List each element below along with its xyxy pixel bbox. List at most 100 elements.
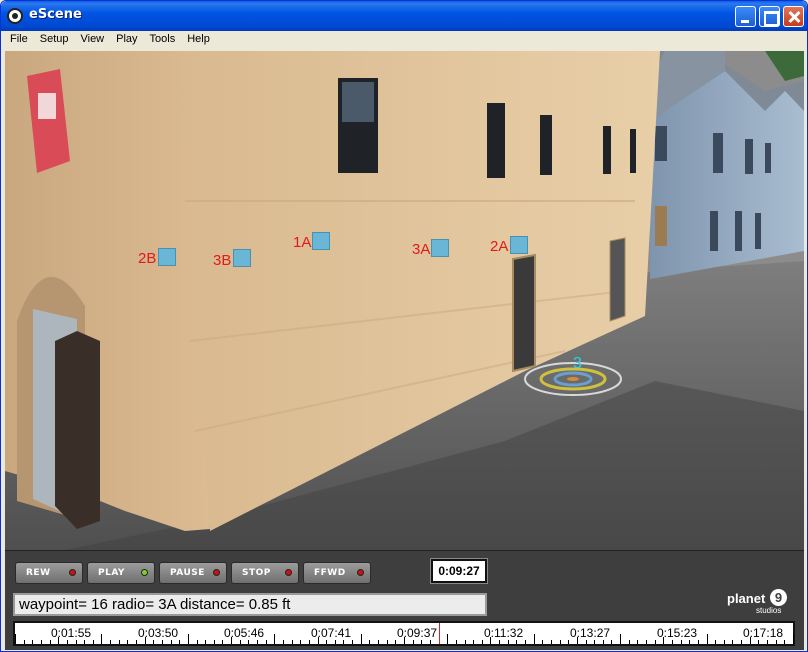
marker-3a-label: 3A [412, 241, 431, 258]
timeline-tick [715, 640, 716, 644]
timeline-label: 0:15:23 [657, 626, 698, 640]
menu-view[interactable]: View [74, 31, 110, 50]
timeline-tick [110, 640, 111, 644]
building-door [609, 237, 626, 322]
timeline-tick [395, 640, 396, 644]
timecode-display: 0:09:27 [430, 558, 488, 584]
marker-2b-box[interactable] [158, 248, 176, 266]
timeline-tick [300, 640, 301, 644]
timeline-tick [465, 640, 466, 644]
timeline-tick [672, 640, 673, 644]
timeline-tick [292, 640, 293, 644]
pause-led-icon [213, 569, 220, 576]
window-title: eScene [29, 7, 82, 22]
timeline-tick [248, 640, 249, 644]
timeline-tick [508, 640, 509, 644]
building-window [487, 103, 505, 178]
marker-2a-box[interactable] [510, 236, 528, 254]
timeline-tick [776, 640, 777, 644]
timeline-tick [179, 640, 180, 644]
timeline-tick [603, 640, 604, 644]
timeline-tick [352, 640, 353, 644]
pause-button[interactable]: PAUSE [159, 562, 227, 584]
timeline-tick [732, 640, 733, 644]
timeline-tick [127, 640, 128, 644]
timeline-tick [136, 640, 137, 644]
menu-tools[interactable]: Tools [144, 31, 182, 50]
pause-button-label: PAUSE [170, 568, 205, 578]
maximize-button[interactable] [759, 6, 780, 27]
marker-3b-box[interactable] [233, 249, 251, 267]
menu-file[interactable]: File [4, 31, 34, 50]
timeline-tick [222, 640, 223, 644]
marker-3b-label: 3B [213, 252, 232, 269]
timeline-tick [240, 640, 241, 644]
marker-1a-box[interactable] [312, 232, 330, 250]
timeline-tick [637, 640, 638, 644]
stop-button-label: STOP [242, 568, 271, 578]
rew-button[interactable]: REW [15, 562, 83, 584]
timeline-tick [758, 640, 759, 644]
minimize-button[interactable] [735, 6, 756, 27]
timeline-tick [793, 634, 794, 644]
timeline-tick [655, 640, 656, 644]
timeline-tick [41, 640, 42, 644]
app-icon [7, 8, 23, 24]
arch-door [55, 331, 100, 529]
building-window [342, 82, 374, 122]
menu-play[interactable]: Play [110, 31, 143, 50]
timeline-tick [724, 640, 725, 644]
stop-led-icon [285, 569, 292, 576]
timeline-tick [343, 640, 344, 644]
marker-1a-label: 1A [293, 234, 312, 251]
timeline-tick [594, 640, 595, 644]
scene-viewport[interactable]: 2B 3B 1A 3A 2A 3 [5, 51, 804, 550]
timeline-tick [629, 640, 630, 644]
stop-button[interactable]: STOP [231, 562, 299, 584]
timeline-tick [413, 640, 414, 644]
timeline-scrubber[interactable]: 0:01:55 0:03:50 0:05:46 0:07:41 0:09:37 0:11:… [13, 621, 795, 646]
play-led-icon [141, 569, 148, 576]
timeline-tick [542, 640, 543, 644]
house-window [755, 213, 761, 249]
house-window [710, 211, 718, 251]
timeline-tick [32, 640, 33, 644]
marker-3a-box[interactable] [431, 239, 449, 257]
timeline-label: 0:13:27 [570, 626, 611, 640]
timeline-tick [15, 634, 16, 644]
timeline-tick [456, 640, 457, 644]
timeline-tick [473, 640, 474, 644]
timeline-label: 0:03:50 [138, 626, 179, 640]
title-bar[interactable]: eScene [1, 1, 807, 31]
building-window [630, 129, 636, 173]
ffwd-button[interactable]: FFWD [303, 562, 371, 584]
timeline-tick [611, 640, 612, 644]
timeline-tick [698, 640, 699, 644]
menu-setup[interactable]: Setup [34, 31, 75, 50]
timeline-tick [119, 640, 120, 644]
timeline-tick [197, 640, 198, 644]
timeline-tick [67, 640, 68, 644]
timeline-tick [214, 640, 215, 644]
banner-emblem [38, 93, 56, 119]
scene-render [5, 51, 804, 550]
timeline-tick [707, 634, 708, 644]
timeline-playhead[interactable] [439, 623, 440, 644]
control-panel: REW PLAY PAUSE STOP FFWD 0:09:27 waypoin… [5, 550, 804, 650]
current-waypoint-label: 3 [573, 355, 582, 372]
menu-help[interactable]: Help [181, 31, 216, 50]
building-window [603, 126, 611, 174]
play-button[interactable]: PLAY [87, 562, 155, 584]
timeline-tick [283, 640, 284, 644]
timeline-tick [430, 640, 431, 644]
timeline-label: 0:05:46 [224, 626, 265, 640]
rew-led-icon [69, 569, 76, 576]
timeline-tick [620, 634, 621, 644]
timeline-tick [326, 640, 327, 644]
house-window [655, 206, 667, 246]
timeline-tick [560, 640, 561, 644]
house-window [655, 126, 667, 161]
building-window [540, 115, 552, 175]
close-button[interactable] [783, 6, 804, 27]
timeline-tick [171, 640, 172, 644]
